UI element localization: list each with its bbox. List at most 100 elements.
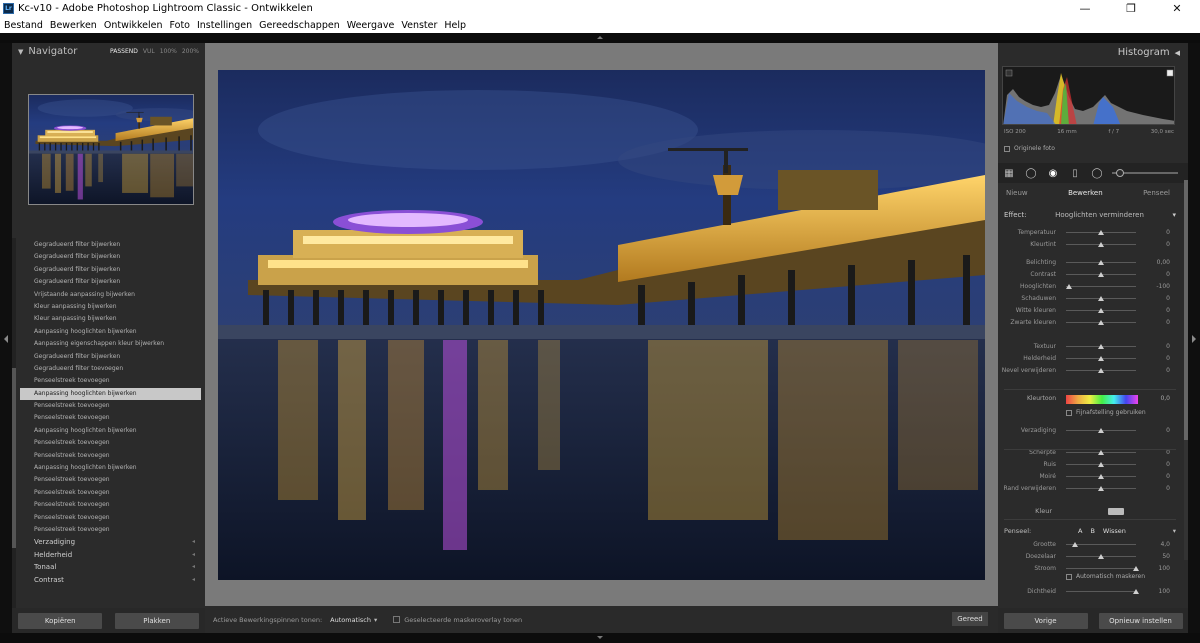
slider-knob[interactable]	[1098, 272, 1105, 277]
slider-value[interactable]: 0	[1136, 271, 1176, 278]
right-scrollbar[interactable]	[1184, 180, 1188, 560]
slider-value[interactable]: 0	[1136, 355, 1176, 362]
right-scroll-thumb[interactable]	[1184, 180, 1188, 440]
menu-weergave[interactable]: Weergave	[347, 20, 395, 31]
slider-track[interactable]	[1066, 230, 1136, 235]
menu-foto[interactable]: Foto	[170, 20, 190, 31]
left-panel-toggle[interactable]	[0, 43, 12, 633]
left-section-1[interactable]: Helderheid ◂	[20, 549, 201, 561]
auto-mask-toggle[interactable]: Automatisch maskeren	[1066, 573, 1145, 580]
history-item[interactable]: Penseelstreek toevoegen	[20, 499, 201, 511]
history-item[interactable]: Penseelstreek toevoegen	[20, 437, 201, 449]
history-item[interactable]: Gegradueerd filter bijwerken	[20, 264, 201, 276]
saturation-value[interactable]: 0	[1136, 427, 1176, 434]
crop-tool-icon[interactable]: ▦	[1002, 167, 1016, 179]
done-button[interactable]: Gereed	[952, 612, 988, 626]
mask-overlay-checkbox[interactable]	[393, 616, 401, 623]
history-item[interactable]: Aanpassing hooglichten bijwerken	[20, 326, 201, 338]
slider-track[interactable]	[1066, 566, 1140, 571]
slider-track[interactable]	[1066, 356, 1136, 361]
minimize-icon[interactable]: —	[1062, 0, 1108, 17]
slider-knob[interactable]	[1071, 542, 1078, 547]
slider-track[interactable]	[1066, 368, 1136, 373]
history-item[interactable]: Penseelstreek toevoegen	[20, 400, 201, 412]
slider-knob[interactable]	[1097, 554, 1104, 559]
fine-tune-checkbox[interactable]	[1066, 409, 1072, 416]
slider-track[interactable]	[1066, 320, 1136, 325]
red-eye-icon[interactable]: ◉	[1046, 167, 1060, 179]
top-panel-toggle[interactable]	[0, 33, 1200, 43]
slider-value[interactable]: 0	[1136, 461, 1176, 468]
history-item[interactable]: Gegradueerd filter bijwerken	[20, 351, 201, 363]
section-arrow-icon[interactable]: ◂	[192, 549, 195, 561]
left-section-0[interactable]: Verzadiging ◂	[20, 536, 201, 548]
slider-track[interactable]	[1066, 344, 1136, 349]
menu-bewerken[interactable]: Bewerken	[50, 20, 97, 31]
slider-knob[interactable]	[1098, 242, 1105, 247]
history-item[interactable]: Kleur aanpassing bijwerken	[20, 301, 201, 313]
slider-track[interactable]	[1066, 542, 1136, 547]
slider-value[interactable]: 0	[1136, 449, 1176, 456]
slider-track[interactable]	[1066, 296, 1136, 301]
slider-value[interactable]: 0	[1136, 367, 1176, 374]
slider-track[interactable]	[1066, 272, 1136, 277]
slider-knob[interactable]	[1098, 230, 1105, 235]
original-photo-checkbox[interactable]	[1004, 145, 1010, 152]
slider-knob[interactable]	[1098, 320, 1105, 325]
zoom-fill[interactable]: VUL	[143, 48, 155, 55]
slider-knob[interactable]	[1098, 356, 1105, 361]
mask-tab-brush[interactable]: Penseel	[1143, 189, 1170, 197]
history-scrollbar[interactable]	[12, 238, 16, 610]
history-item[interactable]: Kleur aanpassing bijwerken	[20, 313, 201, 325]
history-item[interactable]: Penseelstreek toevoegen	[20, 474, 201, 486]
mask-tab-new[interactable]: Nieuw	[1006, 189, 1028, 197]
density-value[interactable]: 100	[1136, 588, 1176, 595]
brush-collapse-icon[interactable]: ▾	[1173, 527, 1176, 535]
slider-knob[interactable]	[1098, 462, 1105, 467]
reset-button[interactable]: Opnieuw instellen	[1098, 612, 1183, 629]
slider-knob[interactable]	[1098, 474, 1105, 479]
copy-button[interactable]: Kopiëren	[18, 612, 103, 629]
history-item[interactable]: Aanpassing hooglichten bijwerken	[20, 387, 201, 401]
history-item[interactable]: Aanpassing eigenschappen kleur bijwerken	[20, 338, 201, 350]
history-item[interactable]: Gegradueerd filter bijwerken	[20, 276, 201, 288]
menu-bestand[interactable]: Bestand	[4, 20, 43, 31]
effect-dropdown-icon[interactable]: ▾	[1172, 211, 1176, 219]
section-arrow-icon[interactable]: ◂	[192, 574, 195, 586]
color-tone-bar[interactable]	[1066, 395, 1138, 404]
brush-b[interactable]: B	[1090, 527, 1094, 535]
zoom-200[interactable]: 200%	[182, 48, 199, 55]
menu-gereedschappen[interactable]: Gereedschappen	[259, 20, 340, 31]
history-item[interactable]: Penseelstreek toevoegen	[20, 512, 201, 524]
slider-track[interactable]	[1066, 242, 1136, 247]
color-swatch[interactable]	[1108, 507, 1124, 515]
navigator-preview[interactable]	[28, 94, 194, 205]
history-item[interactable]: Penseelstreek toevoegen	[20, 450, 201, 462]
section-arrow-icon[interactable]: ◂	[192, 536, 195, 548]
slider-value[interactable]: 4,0	[1136, 541, 1176, 548]
slider-value[interactable]: 0	[1136, 343, 1176, 350]
zoom-100[interactable]: 100%	[160, 48, 177, 55]
left-section-2[interactable]: Tonaal ◂	[20, 561, 201, 573]
history-item[interactable]: Gegradueerd filter bijwerken	[20, 251, 201, 263]
histogram-graph[interactable]	[1002, 66, 1175, 125]
radial-filter-icon[interactable]: ◯	[1090, 167, 1104, 179]
slider-knob[interactable]	[1133, 566, 1140, 571]
slider-track[interactable]	[1066, 554, 1136, 559]
brush-tool-slider[interactable]	[1112, 169, 1178, 177]
scroll-thumb[interactable]	[12, 368, 16, 548]
slider-value[interactable]: 0	[1136, 307, 1176, 314]
main-photo[interactable]	[218, 70, 985, 580]
slider-track[interactable]	[1066, 308, 1136, 313]
slider-knob[interactable]	[1133, 589, 1140, 594]
slider-value[interactable]: 0	[1136, 241, 1176, 248]
history-item[interactable]: Gegradueerd filter bijwerken	[20, 239, 201, 251]
history-item[interactable]: Vrijstaande aanpassing bijwerken	[20, 289, 201, 301]
slider-value[interactable]: 100	[1136, 565, 1176, 572]
maximize-icon[interactable]: ❐	[1108, 0, 1154, 17]
auto-mask-checkbox[interactable]	[1066, 573, 1072, 580]
fine-tune-toggle[interactable]: Fijnafstelling gebruiken	[1066, 409, 1146, 416]
left-section-3[interactable]: Contrast ◂	[20, 574, 201, 586]
section-arrow-icon[interactable]: ◂	[192, 561, 195, 573]
slider-track[interactable]	[1066, 486, 1136, 491]
